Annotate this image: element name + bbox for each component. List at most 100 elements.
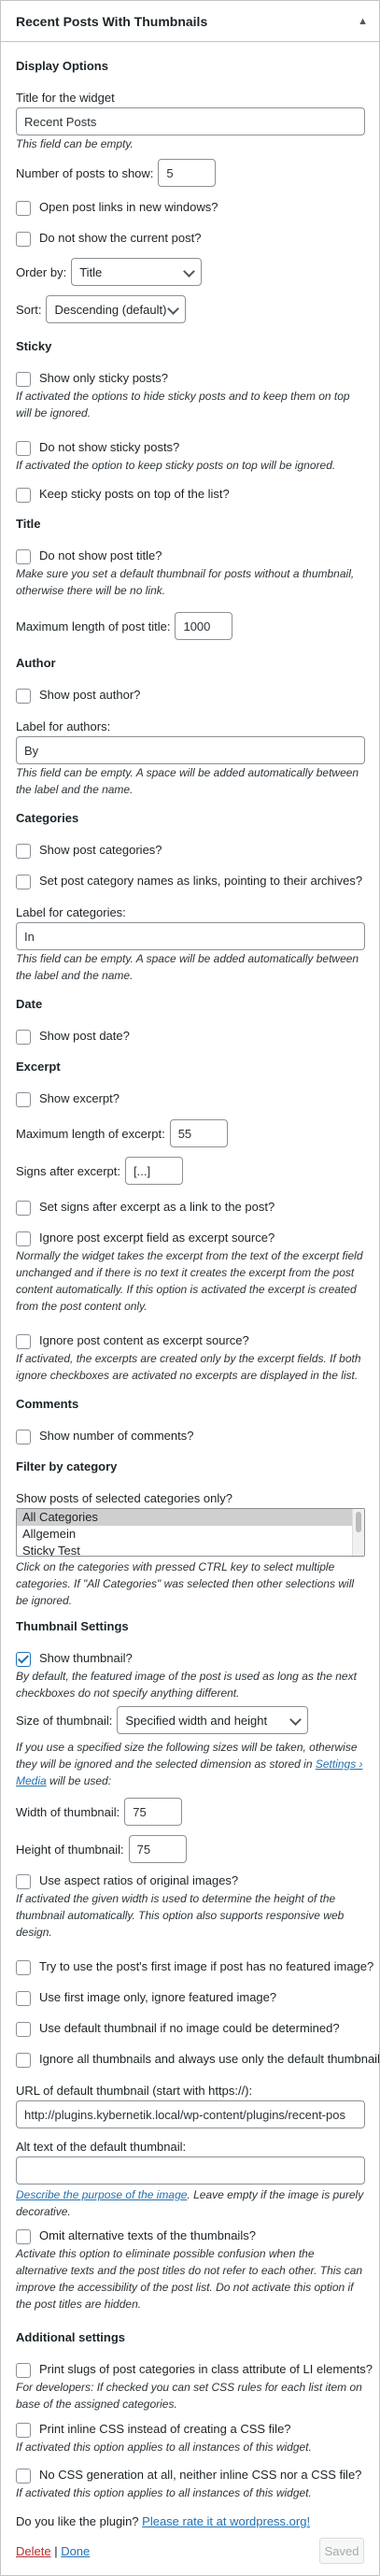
widget-header[interactable]: Recent Posts With Thumbnails ▲ [1, 1, 379, 42]
section-author: Author [16, 656, 56, 670]
default-thumb-url-input[interactable]: http://plugins.kybernetik.local/wp-conte… [16, 2100, 365, 2128]
checkbox-icon[interactable] [16, 1991, 31, 2006]
section-display-options: Display Options [16, 59, 108, 73]
checkbox-icon[interactable] [16, 689, 31, 704]
checkbox-icon[interactable] [16, 2423, 31, 2438]
aspect-ratio-checkbox[interactable]: Use aspect ratios of original images? [16, 1873, 239, 1889]
widget-panel: Recent Posts With Thumbnails ▲ Display O… [0, 0, 380, 2576]
open-new-window-label: Open post links in new windows? [39, 200, 218, 214]
checkbox-icon[interactable] [16, 875, 31, 890]
checkbox-icon[interactable] [16, 1231, 31, 1246]
thumb-size-select[interactable]: Specified width and height [117, 1706, 309, 1734]
widget-footer-links: Delete | Done [16, 2544, 90, 2558]
describe-purpose-link[interactable]: Describe the purpose of the image [16, 2188, 187, 2201]
signs-after-input[interactable]: [...] [125, 1157, 183, 1185]
default-thumb-fallback-checkbox[interactable]: Use default thumbnail if no image could … [16, 2021, 340, 2037]
title-length-input[interactable]: 1000 [175, 612, 233, 640]
checkbox-icon[interactable] [16, 549, 31, 564]
checkbox-icon[interactable] [16, 488, 31, 503]
excerpt-length-row: Maximum length of excerpt: 55 [16, 1119, 228, 1147]
checkbox-icon[interactable] [16, 2229, 31, 2244]
rate-link[interactable]: Please rate it at wordpress.org! [142, 2514, 310, 2528]
checkbox-icon[interactable] [16, 2022, 31, 2037]
like-text: Do you like the plugin? [16, 2514, 139, 2528]
ignore-excerpt-field-checkbox[interactable]: Ignore post excerpt field as excerpt sou… [16, 1231, 275, 1246]
checkbox-icon[interactable] [16, 1092, 31, 1107]
alt-text-input[interactable] [16, 2156, 365, 2185]
checkbox-icon[interactable] [16, 1334, 31, 1349]
checkbox-icon[interactable] [16, 2363, 31, 2378]
checkbox-checked-icon[interactable] [16, 1652, 31, 1667]
checkbox-icon[interactable] [16, 844, 31, 859]
category-label-input[interactable]: In [16, 922, 365, 950]
checkbox-icon[interactable] [16, 1430, 31, 1445]
section-categories: Categories [16, 811, 79, 825]
checkbox-icon[interactable] [16, 1030, 31, 1045]
category-label-label: Label for categories: [16, 905, 126, 919]
omit-alt-checkbox[interactable]: Omit alternative texts of the thumbnails… [16, 2228, 256, 2244]
keep-sticky-checkbox[interactable]: Keep sticky posts on top of the list? [16, 487, 230, 503]
alt-text-hint: Describe the purpose of the image. Leave… [16, 2186, 365, 2220]
delete-link[interactable]: Delete [16, 2544, 51, 2558]
checkbox-icon[interactable] [16, 1874, 31, 1889]
print-slugs-checkbox[interactable]: Print slugs of post categories in class … [16, 2362, 373, 2378]
ignore-content-label: Ignore post content as excerpt source? [39, 1333, 249, 1347]
checkbox-icon[interactable] [16, 441, 31, 456]
ignore-excerpt-field-label: Ignore post excerpt field as excerpt sou… [39, 1231, 275, 1245]
show-excerpt-checkbox[interactable]: Show excerpt? [16, 1091, 120, 1107]
show-thumbnail-checkbox[interactable]: Show thumbnail? [16, 1651, 133, 1667]
chevron-down-icon [289, 1714, 303, 1726]
thumb-width-input[interactable]: 75 [124, 1798, 183, 1826]
checkbox-icon[interactable] [16, 2469, 31, 2483]
thumb-height-input[interactable]: 75 [128, 1835, 187, 1863]
sort-select[interactable]: Descending (default) [46, 295, 187, 323]
inline-css-checkbox[interactable]: Print inline CSS instead of creating a C… [16, 2422, 291, 2438]
open-new-window-checkbox[interactable]: Open post links in new windows? [16, 200, 218, 216]
checkbox-icon[interactable] [16, 372, 31, 387]
show-comments-checkbox[interactable]: Show number of comments? [16, 1429, 193, 1445]
hide-title-checkbox[interactable]: Do not show post title? [16, 548, 162, 564]
category-links-checkbox[interactable]: Set post category names as links, pointi… [16, 874, 362, 890]
show-author-checkbox[interactable]: Show post author? [16, 688, 141, 704]
aspect-ratio-label: Use aspect ratios of original images? [39, 1873, 239, 1887]
checkbox-icon[interactable] [16, 232, 31, 247]
no-current-post-checkbox[interactable]: Do not show the current post? [16, 231, 201, 247]
checkbox-icon[interactable] [16, 1960, 31, 1975]
listbox-scrollbar[interactable] [352, 1509, 364, 1556]
signs-link-checkbox[interactable]: Set signs after excerpt as a link to the… [16, 1200, 274, 1216]
only-sticky-checkbox[interactable]: Show only sticky posts? [16, 371, 168, 387]
section-additional: Additional settings [16, 2330, 125, 2344]
excerpt-length-label: Maximum length of excerpt: [16, 1126, 165, 1141]
order-row: Order by: Title [16, 258, 203, 286]
sort-value: Descending (default) [54, 302, 167, 317]
category-listbox[interactable]: All Categories Allgemein Sticky Test [16, 1508, 365, 1557]
order-select[interactable]: Title [71, 258, 203, 286]
no-css-checkbox[interactable]: No CSS generation at all, neither inline… [16, 2468, 361, 2483]
sort-row: Sort: Descending (default) [16, 295, 187, 323]
saved-button[interactable]: Saved [319, 2538, 364, 2564]
checkbox-icon[interactable] [16, 201, 31, 216]
show-author-label: Show post author? [39, 688, 141, 702]
section-date: Date [16, 997, 43, 1011]
done-link[interactable]: Done [61, 2544, 90, 2558]
checkbox-icon[interactable] [16, 1201, 31, 1216]
checkbox-icon[interactable] [16, 2053, 31, 2068]
category-option[interactable]: All Categories [17, 1509, 364, 1526]
category-hint: This field can be empty. A space will be… [16, 952, 359, 982]
show-date-checkbox[interactable]: Show post date? [16, 1029, 130, 1045]
excerpt-length-input[interactable]: 55 [169, 1119, 228, 1147]
no-css-label: No CSS generation at all, neither inline… [39, 2468, 362, 2482]
first-image-fallback-checkbox[interactable]: Try to use the post's first image if pos… [16, 1959, 373, 1975]
collapse-arrow-icon[interactable]: ▲ [358, 16, 368, 27]
not-sticky-checkbox[interactable]: Do not show sticky posts? [16, 440, 179, 456]
num-posts-input[interactable]: 5 [158, 159, 217, 187]
category-option[interactable]: Sticky Test [17, 1543, 364, 1556]
title-input[interactable]: Recent Posts [16, 107, 365, 135]
author-label-input[interactable]: By [16, 736, 365, 764]
ignore-content-checkbox[interactable]: Ignore post content as excerpt source? [16, 1333, 249, 1349]
first-image-only-checkbox[interactable]: Use first image only, ignore featured im… [16, 1990, 276, 2006]
num-posts-row: Number of posts to show: 5 [16, 159, 217, 187]
show-categories-checkbox[interactable]: Show post categories? [16, 843, 162, 859]
ignore-all-thumbs-checkbox[interactable]: Ignore all thumbnails and always use onl… [16, 2052, 380, 2068]
category-option[interactable]: Allgemein [17, 1526, 364, 1543]
